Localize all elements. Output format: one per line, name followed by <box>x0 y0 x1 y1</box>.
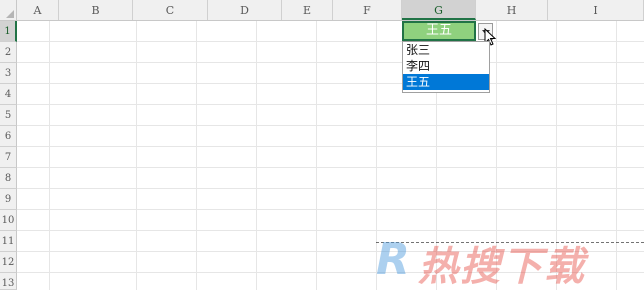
row-header-4[interactable]: 4 <box>0 84 17 105</box>
column-header-f[interactable]: F <box>333 0 402 20</box>
column-header-e[interactable]: E <box>282 0 333 20</box>
column-header-i[interactable]: I <box>548 0 644 20</box>
dropdown-option-2[interactable]: 李四 <box>403 58 489 74</box>
active-cell-g1[interactable]: 王五 <box>402 21 476 41</box>
watermark: R 热搜下载 <box>376 232 644 290</box>
row-header-2[interactable]: 2 <box>0 42 17 63</box>
column-header-a[interactable]: A <box>17 0 59 20</box>
watermark-text: 热搜下载 <box>418 244 586 290</box>
row-header-13[interactable]: 13 <box>0 273 17 290</box>
select-all-triangle-icon <box>6 10 14 18</box>
column-header-b[interactable]: B <box>59 0 133 20</box>
dropdown-list: 张三 李四 王五 <box>402 41 490 93</box>
row-header-6[interactable]: 6 <box>0 126 17 147</box>
row-header-1[interactable]: 1 <box>0 21 17 42</box>
watermark-logo-letter: R <box>376 234 410 285</box>
column-header-c[interactable]: C <box>133 0 208 20</box>
row-header-3[interactable]: 3 <box>0 63 17 84</box>
row-header-12[interactable]: 12 <box>0 252 17 273</box>
spreadsheet: A B C D E F G H I 1 2 3 4 5 6 7 8 9 10 1… <box>0 0 644 290</box>
column-header-d[interactable]: D <box>208 0 282 20</box>
column-header-g[interactable]: G <box>402 0 476 20</box>
dropdown-option-3[interactable]: 王五 <box>403 74 489 90</box>
select-all-corner[interactable] <box>0 0 17 20</box>
column-header-bar: A B C D E F G H I <box>0 0 644 21</box>
row-header-7[interactable]: 7 <box>0 147 17 168</box>
row-header-9[interactable]: 9 <box>0 189 17 210</box>
row-header-8[interactable]: 8 <box>0 168 17 189</box>
column-header-h[interactable]: H <box>476 0 548 20</box>
dropdown-option-1[interactable]: 张三 <box>403 42 489 58</box>
row-header-5[interactable]: 5 <box>0 105 17 126</box>
row-header-10[interactable]: 10 <box>0 210 17 231</box>
row-header-11[interactable]: 11 <box>0 231 17 252</box>
